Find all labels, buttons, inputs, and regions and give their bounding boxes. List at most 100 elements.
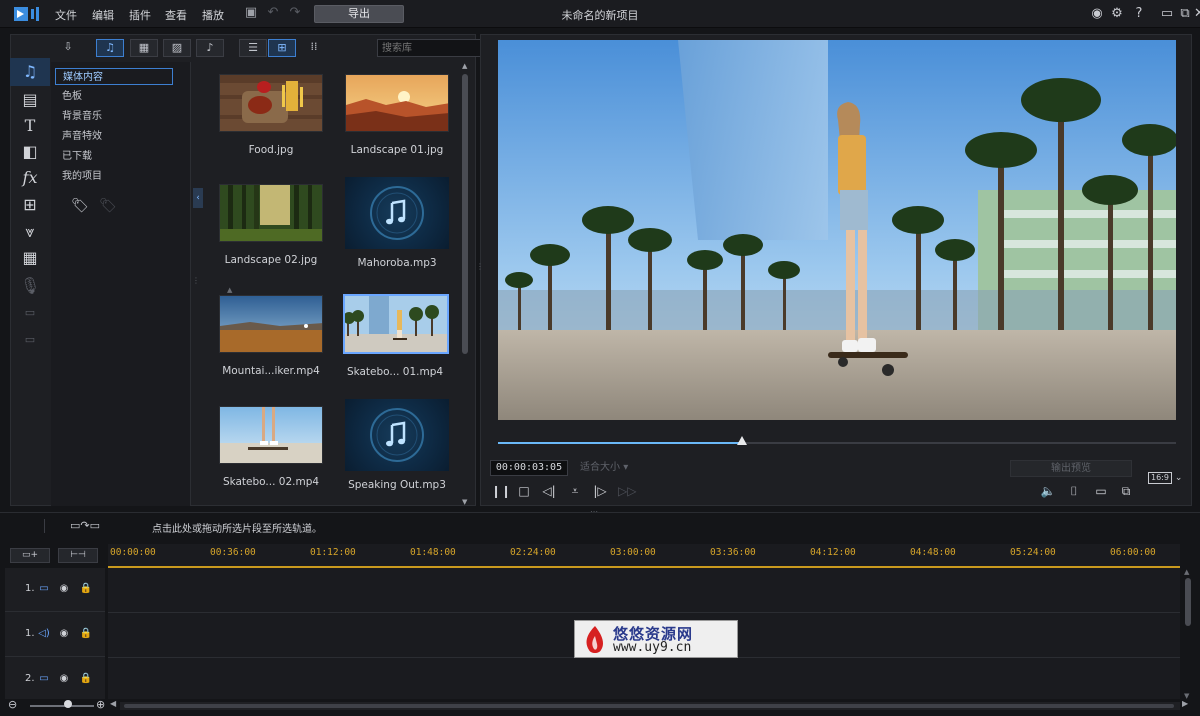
- lock-icon[interactable]: 🔒: [79, 627, 93, 641]
- zoom-in-icon[interactable]: ⊕: [96, 698, 105, 711]
- caption-room-icon[interactable]: ▭: [20, 330, 40, 350]
- category-downloaded[interactable]: 已下载: [55, 148, 173, 165]
- filter-image-icon[interactable]: ▨: [163, 39, 191, 57]
- timeline-horizontal-scrollbar[interactable]: [120, 702, 1180, 710]
- remove-tag-icon[interactable]: 🏷: [99, 198, 117, 214]
- previous-frame-icon[interactable]: ◁|: [541, 483, 557, 499]
- media-room-icon[interactable]: ♫: [20, 62, 40, 82]
- redo-icon[interactable]: ↷: [288, 6, 302, 20]
- menu-view[interactable]: 查看: [165, 7, 187, 23]
- snapshot-camera-icon[interactable]: ⌷: [1066, 483, 1082, 499]
- collapse-panel-icon[interactable]: ‹: [193, 188, 203, 208]
- undock-preview-icon[interactable]: ⧉: [1118, 483, 1134, 499]
- zoom-slider-handle[interactable]: [64, 700, 72, 708]
- media-item-mahoroba[interactable]: Mahoroba.mp3: [345, 177, 449, 269]
- scroll-up-icon[interactable]: ▲: [1184, 568, 1189, 576]
- playhead-handle[interactable]: [737, 436, 748, 445]
- video-preview[interactable]: [498, 40, 1176, 420]
- restore-button[interactable]: ⧉: [1176, 5, 1194, 23]
- timeline-ruler[interactable]: 00:00:00 00:36:00 01:12:00 01:48:00 02:2…: [108, 544, 1180, 568]
- help-icon[interactable]: ?: [1130, 5, 1148, 23]
- pip-room-icon[interactable]: ⊞: [20, 195, 40, 215]
- scroll-down-icon[interactable]: ▼: [462, 498, 467, 506]
- stop-icon[interactable]: □: [516, 483, 532, 499]
- media-item-skateboard-01[interactable]: Skatebo... 01.mp4: [343, 294, 449, 378]
- more-options-icon[interactable]: ⁞⁞: [300, 39, 328, 57]
- import-media-icon[interactable]: ⇩: [54, 39, 82, 57]
- visibility-eye-icon[interactable]: ◉: [57, 582, 71, 596]
- menu-file[interactable]: 文件: [55, 7, 77, 23]
- media-item-skateboard-02[interactable]: Skatebo... 02.mp4: [219, 406, 323, 488]
- volume-icon[interactable]: 🔈: [1040, 483, 1056, 499]
- track-manager-icon[interactable]: ▭+: [10, 548, 50, 563]
- export-button[interactable]: 导出: [314, 5, 404, 23]
- scroll-left-icon[interactable]: ◀: [110, 699, 116, 708]
- filter-video-icon[interactable]: ▦: [130, 39, 158, 57]
- list-view-icon[interactable]: ☰: [239, 39, 267, 57]
- split-clip-icon[interactable]: ⩡: [567, 483, 583, 499]
- fit-timeline-icon[interactable]: ⊢⊣: [58, 548, 98, 563]
- filter-audio-icon[interactable]: ♪: [196, 39, 224, 57]
- fx-room-icon[interactable]: fx: [20, 168, 40, 188]
- zoom-out-icon[interactable]: ⊖: [8, 698, 17, 711]
- fit-size-dropdown[interactable]: 适合大小 ▾: [576, 460, 638, 476]
- fast-forward-icon[interactable]: ▷▷: [618, 483, 636, 499]
- playback-progress-track[interactable]: [498, 436, 1176, 445]
- particle-room-icon[interactable]: ⩔: [20, 222, 40, 242]
- voice-record-icon[interactable]: 🎙: [20, 276, 40, 296]
- transition-room-icon[interactable]: ◧: [20, 142, 40, 162]
- panel-splitter-icon[interactable]: ⋮: [476, 262, 484, 276]
- menu-edit[interactable]: 编辑: [92, 7, 114, 23]
- visibility-eye-icon[interactable]: ◉: [57, 672, 71, 686]
- pause-icon[interactable]: ❙❙: [491, 483, 511, 499]
- chapter-room-icon[interactable]: ▭: [20, 303, 40, 323]
- next-frame-icon[interactable]: |▷: [592, 483, 608, 499]
- visibility-eye-icon[interactable]: ◉: [57, 627, 71, 641]
- grid-view-icon[interactable]: ⊞: [268, 39, 296, 57]
- minimize-button[interactable]: ▭: [1158, 5, 1176, 23]
- insert-clip-icon[interactable]: ▭↷▭: [70, 519, 100, 532]
- media-item-food[interactable]: Food.jpg: [219, 74, 323, 156]
- subtitle-icon[interactable]: ▭: [1093, 483, 1109, 499]
- undo-icon[interactable]: ↶: [266, 6, 280, 20]
- zoom-slider[interactable]: [30, 705, 94, 707]
- media-item-mountain-biker[interactable]: Mountai...iker.mp4: [219, 295, 323, 377]
- track-header-video-2[interactable]: 2. ▭ ◉ 🔒: [5, 658, 105, 702]
- media-item-speaking-out[interactable]: Speaking Out.mp3: [345, 399, 449, 491]
- settings-gear-icon[interactable]: ⚙: [1108, 5, 1126, 23]
- category-background-music[interactable]: 背景音乐: [55, 108, 173, 125]
- scroll-right-icon[interactable]: ▶: [1182, 699, 1188, 708]
- scroll-thumb[interactable]: [124, 704, 1174, 708]
- aspect-ratio-dropdown[interactable]: 16:9 ⌄: [1148, 472, 1186, 488]
- close-button[interactable]: ✕: [1194, 5, 1200, 23]
- category-color-boards[interactable]: 色板: [55, 88, 173, 105]
- notification-icon[interactable]: ◉: [1088, 5, 1106, 23]
- media-item-landscape-02[interactable]: Landscape 02.jpg: [219, 184, 323, 266]
- splitter-handle-icon[interactable]: ⋮: [192, 276, 200, 288]
- music-note-icon: [370, 186, 424, 240]
- filter-all-media-icon[interactable]: ♫: [96, 39, 124, 57]
- search-input[interactable]: [378, 40, 488, 56]
- lock-icon[interactable]: 🔒: [79, 672, 93, 686]
- category-my-projects[interactable]: 我的项目: [55, 168, 173, 185]
- menu-plugins[interactable]: 插件: [129, 7, 151, 23]
- add-tag-icon[interactable]: 🏷: [71, 198, 89, 214]
- track-header-video-1[interactable]: 1. ▭ ◉ 🔒: [5, 568, 105, 612]
- scroll-up-icon[interactable]: ▲: [462, 62, 467, 70]
- media-grid-scrollbar[interactable]: ▲ ▼: [460, 62, 470, 506]
- scroll-thumb[interactable]: [462, 74, 468, 354]
- media-item-landscape-01[interactable]: Landscape 01.jpg: [345, 74, 449, 156]
- category-sound-effects[interactable]: 声音特效: [55, 128, 173, 145]
- title-room-icon[interactable]: T: [20, 116, 40, 136]
- effects-room-icon[interactable]: ▤: [20, 90, 40, 110]
- menu-play[interactable]: 播放: [202, 7, 224, 23]
- timeline-vertical-scrollbar[interactable]: ▲ ▼: [1182, 568, 1194, 700]
- track-header-audio-1[interactable]: 1. ◁) ◉ 🔒: [5, 613, 105, 657]
- subtitle-room-icon[interactable]: ▦: [20, 248, 40, 268]
- scroll-thumb[interactable]: [1185, 578, 1191, 626]
- timecode-display[interactable]: 00:00:03:05: [490, 460, 568, 476]
- export-preview-button[interactable]: 输出预览: [1010, 460, 1132, 477]
- category-media-content[interactable]: 媒体内容: [55, 68, 173, 85]
- lock-icon[interactable]: 🔒: [79, 582, 93, 596]
- save-icon[interactable]: ▣: [244, 6, 258, 20]
